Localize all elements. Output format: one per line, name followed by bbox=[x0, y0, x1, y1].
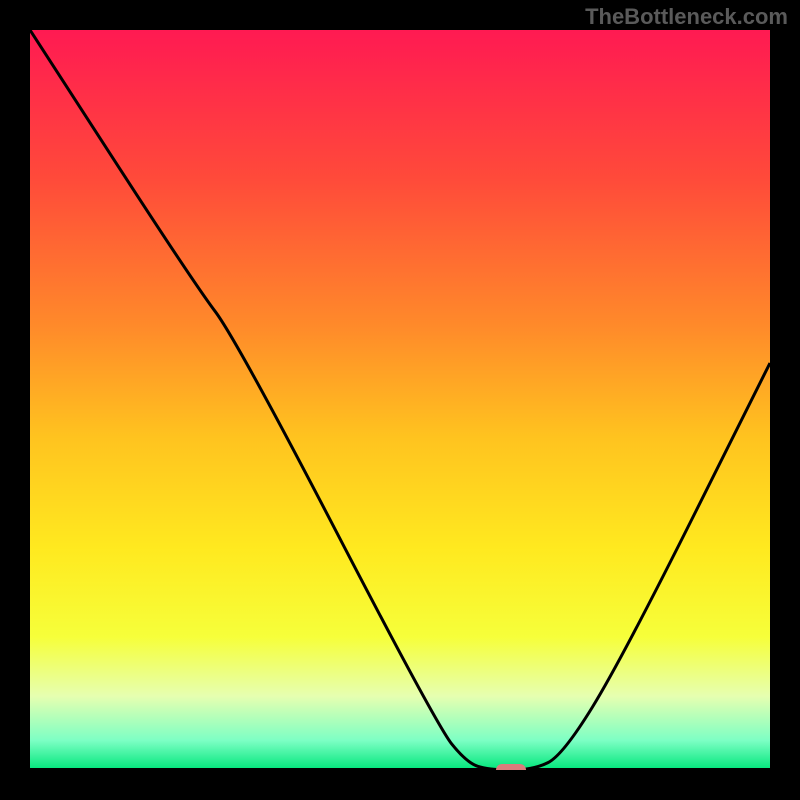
optimal-marker bbox=[496, 764, 526, 770]
watermark-text: TheBottleneck.com bbox=[585, 4, 788, 30]
chart-svg bbox=[30, 30, 770, 770]
gradient-background bbox=[30, 30, 770, 770]
plot-area bbox=[30, 30, 770, 770]
